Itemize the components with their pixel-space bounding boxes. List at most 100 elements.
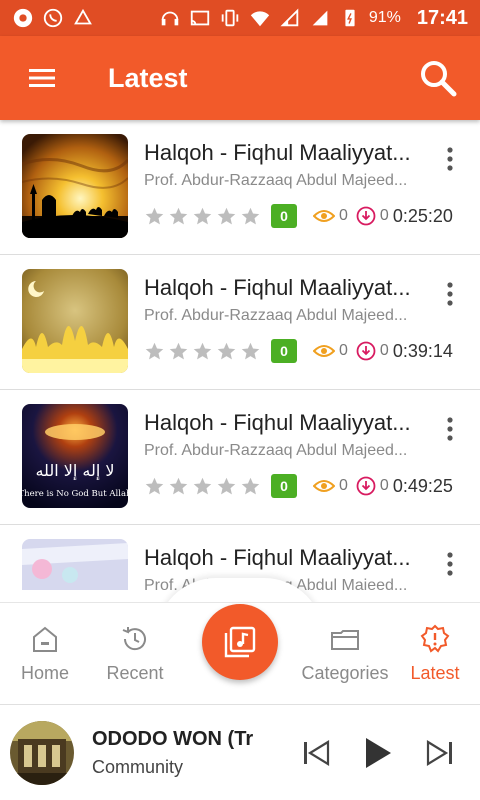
player-title: ODODO WON (Tr (92, 727, 254, 750)
star-icon (169, 477, 188, 494)
play-icon (366, 737, 391, 768)
rating-count-badge: 0 (271, 474, 297, 498)
more-vertical-icon (447, 552, 453, 576)
more-vertical-icon (447, 147, 453, 171)
more-vertical-icon (447, 417, 453, 441)
music-library-button[interactable] (202, 604, 278, 680)
star-icon (217, 207, 236, 224)
star-icon (193, 477, 212, 494)
nav-latest[interactable]: Latest (390, 623, 480, 684)
nav-categories-label: Categories (301, 663, 389, 683)
thumbnail-pastel-notebook (22, 539, 128, 590)
wifi-icon (249, 7, 271, 29)
menu-button[interactable] (20, 56, 64, 100)
star-rating[interactable] (144, 341, 261, 362)
item-meta: 0 0 0 0:25:20 (144, 204, 460, 228)
more-vertical-icon (447, 282, 453, 306)
views-value: 0 (339, 207, 348, 224)
star-rating[interactable] (144, 476, 261, 497)
battery-icon (339, 7, 361, 29)
views-count: 0 (313, 207, 348, 225)
new-badge-icon (420, 624, 450, 653)
item-subtitle: Prof. Abdur-Razzaaq Abdul Majeed... (144, 442, 408, 459)
views-value: 0 (339, 342, 348, 359)
history-icon (122, 627, 146, 651)
item-title: Halqoh - Fiqhul Maaliyyat... (144, 275, 411, 300)
item-subtitle: Prof. Abdur-Razzaaq Abdul Majeed... (144, 172, 408, 189)
list-item[interactable]: Halqoh - Fiqhul Maaliyyat... Prof. Abdur… (0, 120, 480, 255)
download-icon (356, 476, 376, 496)
skip-previous-icon (304, 739, 330, 766)
thumbnail-desert-sunset (22, 134, 128, 238)
star-icon (217, 477, 236, 494)
whatsapp-icon (42, 7, 64, 29)
player-artwork (10, 720, 74, 785)
star-icon (241, 207, 260, 224)
downloads-count: 0 (356, 476, 389, 496)
thumbnail-night-sky-calligraphy: لا إله إلا الله There is No God But Alla… (22, 404, 128, 508)
nav-categories[interactable]: Categories (300, 623, 390, 684)
star-rating[interactable] (144, 206, 261, 227)
thumbnail-caption-text: There is No God But Allah (22, 489, 128, 499)
item-title: Halqoh - Fiqhul Maaliyyat... (144, 140, 411, 165)
downloads-value: 0 (379, 342, 389, 359)
signal-weak-icon (279, 7, 301, 29)
music-library-icon (224, 626, 256, 658)
views-count: 0 (313, 477, 348, 495)
star-icon (241, 342, 260, 359)
star-icon (193, 342, 212, 359)
eye-icon (313, 480, 335, 492)
views-count: 0 (313, 342, 348, 360)
thumbnail-calligraphy-text: لا إله إلا الله (35, 461, 114, 480)
duration: 0:25:20 (392, 205, 453, 226)
item-meta: 0 0 0 0:49:25 (144, 474, 460, 498)
nav-recent[interactable]: Recent (90, 623, 180, 684)
app-bar: Latest (0, 36, 480, 120)
star-icon (145, 342, 164, 359)
mini-player[interactable]: ODODO WON (Tr Community (0, 704, 480, 800)
more-options-button[interactable] (438, 549, 462, 579)
home-icon (33, 626, 57, 652)
page-title: Latest (108, 62, 188, 93)
downloads-value: 0 (379, 207, 389, 224)
list-item-body: Halqoh - Fiqhul Maaliyyat... Prof. Abdur… (144, 134, 453, 254)
previous-button[interactable] (298, 735, 334, 771)
star-icon (193, 207, 212, 224)
downloads-count: 0 (356, 341, 389, 361)
skip-next-icon (426, 739, 452, 766)
player-subtitle: Community (92, 756, 184, 777)
list-item[interactable]: Halqoh - Fiqhul Maaliyyat... Prof. Abdur… (0, 255, 480, 390)
list-item-body: Halqoh - Fiqhul Maaliyyat... Prof. Abdur… (144, 404, 453, 524)
more-options-button[interactable] (438, 279, 462, 309)
player-controls (298, 735, 480, 771)
download-icon (356, 206, 376, 226)
download-icon (356, 341, 376, 361)
star-icon (145, 207, 164, 224)
camera-aperture-icon (12, 7, 34, 29)
play-button[interactable] (360, 735, 396, 771)
nav-home[interactable]: Home (0, 623, 90, 684)
star-icon (145, 477, 164, 494)
signal-strong-icon (309, 7, 331, 29)
more-options-button[interactable] (438, 144, 462, 174)
status-bar: 91% 17:41 (0, 0, 480, 36)
star-icon (217, 342, 236, 359)
list-item-body: Halqoh - Fiqhul Maaliyyat... Prof. Abdur… (144, 539, 444, 590)
eye-icon (313, 345, 335, 357)
folder-icon (331, 630, 359, 650)
star-icon (169, 342, 188, 359)
more-options-button[interactable] (438, 414, 462, 444)
nav-recent-label: Recent (106, 663, 164, 683)
item-meta: 0 0 0 0:39:14 (144, 339, 460, 363)
eye-icon (313, 210, 335, 222)
player-text: ODODO WON (Tr Community (92, 728, 270, 778)
search-button[interactable] (416, 56, 460, 100)
item-title: Halqoh - Fiqhul Maaliyyat... (144, 545, 411, 570)
next-button[interactable] (422, 735, 458, 771)
rating-count-badge: 0 (271, 204, 297, 228)
downloads-value: 0 (379, 477, 389, 494)
hamburger-menu-icon (29, 69, 55, 87)
audio-list: Halqoh - Fiqhul Maaliyyat... Prof. Abdur… (0, 120, 480, 590)
list-item[interactable]: لا إله إلا الله There is No God But Alla… (0, 390, 480, 525)
nav-latest-label: Latest (410, 663, 460, 683)
